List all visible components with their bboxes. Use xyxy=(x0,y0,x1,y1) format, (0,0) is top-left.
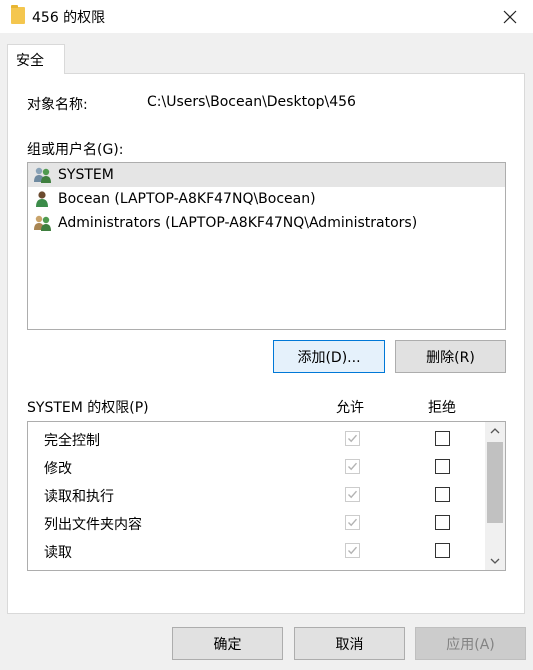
permissions-label: SYSTEM 的权限(P) xyxy=(27,400,149,416)
groups-listbox[interactable]: SYSTEM Bocean (LAPTOP-A8KF47NQ\Bocean) A… xyxy=(27,162,506,330)
allow-checkbox xyxy=(345,543,360,558)
permission-row: 修改 xyxy=(28,452,485,480)
users-group-icon xyxy=(34,167,51,183)
permission-row: 读取 xyxy=(28,536,485,564)
object-name-value: C:\Users\Bocean\Desktop\456 xyxy=(147,94,356,110)
allow-checkbox xyxy=(345,515,360,530)
close-button[interactable] xyxy=(487,0,533,33)
list-item-label: Bocean (LAPTOP-A8KF47NQ\Bocean) xyxy=(58,191,316,207)
scroll-down-button[interactable] xyxy=(485,552,505,570)
folder-icon xyxy=(11,5,25,24)
title-bar: 456 的权限 xyxy=(0,0,533,33)
permission-name: 读取和执行 xyxy=(44,489,114,505)
permission-name: 修改 xyxy=(44,461,72,477)
tab-security[interactable]: 安全 xyxy=(7,44,65,74)
allow-checkbox xyxy=(345,487,360,502)
list-item-bocean[interactable]: Bocean (LAPTOP-A8KF47NQ\Bocean) xyxy=(28,187,505,211)
permission-name: 列出文件夹内容 xyxy=(44,517,142,533)
deny-checkbox[interactable] xyxy=(435,459,450,474)
permissions-scrollbar[interactable] xyxy=(485,422,505,570)
list-item-label: Administrators (LAPTOP-A8KF47NQ\Administ… xyxy=(58,215,418,231)
users-group-icon xyxy=(34,215,51,231)
permissions-listbox: 完全控制 修改 读取和执行 列出文件夹内容 读取 xyxy=(27,421,506,571)
groups-label: 组或用户名(G): xyxy=(27,142,124,158)
cancel-button[interactable]: 取消 xyxy=(294,627,405,660)
permission-name: 读取 xyxy=(44,545,72,561)
deny-checkbox[interactable] xyxy=(435,487,450,502)
user-icon xyxy=(36,191,48,207)
apply-button[interactable]: 应用(A) xyxy=(415,627,526,660)
ok-button[interactable]: 确定 xyxy=(172,627,283,660)
permission-row: 列出文件夹内容 xyxy=(28,508,485,536)
scroll-up-button[interactable] xyxy=(485,422,505,440)
permission-row: 读取和执行 xyxy=(28,480,485,508)
deny-checkbox[interactable] xyxy=(435,431,450,446)
list-item-system[interactable]: SYSTEM xyxy=(28,163,505,187)
permission-name: 完全控制 xyxy=(44,433,100,449)
allow-header: 允许 xyxy=(336,400,364,416)
permission-row: 完全控制 xyxy=(28,424,485,452)
list-item-label: SYSTEM xyxy=(58,167,114,183)
allow-checkbox xyxy=(345,459,360,474)
remove-button[interactable]: 删除(R) xyxy=(395,340,506,373)
add-button[interactable]: 添加(D)... xyxy=(273,340,385,373)
list-item-administrators[interactable]: Administrators (LAPTOP-A8KF47NQ\Administ… xyxy=(28,211,505,235)
permission-row xyxy=(28,564,485,570)
allow-checkbox xyxy=(345,431,360,446)
window-title: 456 的权限 xyxy=(32,10,106,26)
deny-checkbox[interactable] xyxy=(435,515,450,530)
object-name-label: 对象名称: xyxy=(27,97,88,113)
deny-header: 拒绝 xyxy=(428,400,456,416)
close-icon xyxy=(503,10,517,23)
chevron-down-icon xyxy=(490,558,500,564)
chevron-up-icon xyxy=(490,428,500,434)
scroll-thumb[interactable] xyxy=(487,442,503,523)
deny-checkbox[interactable] xyxy=(435,543,450,558)
